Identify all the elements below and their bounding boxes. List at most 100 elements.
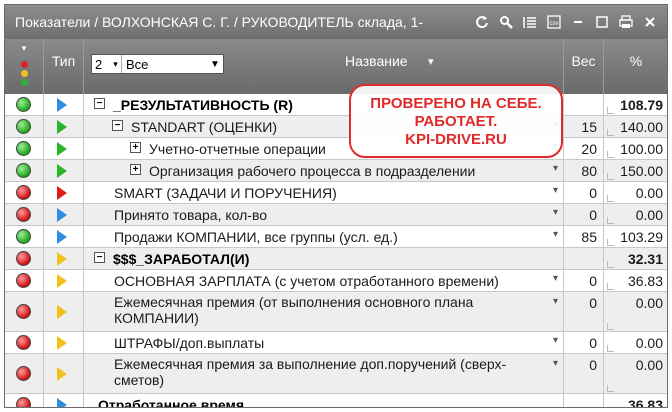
expand-icon[interactable]: + bbox=[130, 164, 141, 175]
green-status-icon bbox=[16, 229, 31, 244]
kpi-name[interactable]: Ежемесячная премия за выполнение доп.пор… bbox=[114, 356, 544, 388]
percent-value: 140.00 bbox=[620, 119, 663, 135]
table-row[interactable]: − $$$_ЗАРАБОТАЛ(И) 32.31 bbox=[5, 248, 667, 270]
row-menu-icon[interactable]: ▾ bbox=[553, 335, 558, 346]
chevron-down-icon[interactable]: ▼ bbox=[207, 59, 223, 70]
table-row[interactable]: Ежемесячная премия (от выполнения основн… bbox=[5, 292, 667, 332]
type-cell bbox=[44, 182, 84, 203]
percent-value: 32.31 bbox=[627, 251, 663, 267]
row-menu-icon[interactable]: ▾ bbox=[553, 229, 558, 240]
weight-cell: 0 bbox=[564, 182, 604, 203]
row-menu-icon[interactable]: ▾ bbox=[553, 296, 558, 307]
collapse-icon[interactable]: − bbox=[94, 252, 105, 263]
export-icon[interactable]: csv bbox=[543, 11, 565, 33]
name-cell[interactable]: ШТРАФЫ/доп.выплаты ▾ bbox=[84, 332, 564, 353]
type-cell bbox=[44, 116, 84, 137]
type-column-header[interactable]: Тип bbox=[44, 39, 84, 94]
level-value[interactable]: 2 bbox=[92, 57, 110, 72]
row-menu-icon[interactable]: ▾ bbox=[553, 358, 558, 369]
weight-value: 20 bbox=[581, 141, 597, 157]
name-cell[interactable]: ОСНОВНАЯ ЗАРПЛАТА (с учетом отработанног… bbox=[84, 270, 564, 291]
status-column-header[interactable]: ▾ bbox=[5, 39, 44, 94]
yellow-flag-icon bbox=[57, 274, 67, 288]
table-row[interactable]: Продажи КОМПАНИИ, все группы (усл. ед.) ▾… bbox=[5, 226, 667, 248]
table-row[interactable]: ШТРАФЫ/доп.выплаты ▾ 0 0.00 bbox=[5, 332, 667, 354]
close-icon[interactable] bbox=[639, 11, 661, 33]
table-row[interactable]: +Учетно-отчетные операции▾20100.00 bbox=[5, 138, 667, 160]
kpi-name[interactable]: Ежемесячная премия (от выполнения основн… bbox=[114, 294, 544, 326]
filter-value[interactable]: Все bbox=[122, 57, 207, 72]
kpi-name[interactable]: $$$_ЗАРАБОТАЛ(И) bbox=[113, 251, 249, 267]
stamp-line-1: ПРОВЕРЕНО НА СЕБЕ. bbox=[370, 95, 542, 112]
status-cell bbox=[5, 248, 44, 269]
collapse-icon[interactable]: − bbox=[94, 98, 105, 109]
kpi-name[interactable]: Принято товара, кол-во bbox=[114, 207, 267, 223]
kpi-name[interactable]: Отработанное время bbox=[98, 397, 244, 407]
percent-cell: 108.79 bbox=[604, 94, 667, 115]
table-row[interactable]: − _РЕЗУЛЬТАТИВНОСТЬ (R) 108.79 bbox=[5, 94, 667, 116]
status-cell bbox=[5, 394, 44, 407]
refresh-icon[interactable] bbox=[471, 11, 493, 33]
sort-dropdown-icon[interactable]: ▾ bbox=[22, 43, 27, 54]
table-row[interactable]: SMART (ЗАДАЧИ И ПОРУЧЕНИЯ) ▾ 0 0.00 bbox=[5, 182, 667, 204]
row-menu-icon[interactable]: ▾ bbox=[553, 273, 558, 284]
weight-cell: 80 bbox=[564, 160, 604, 181]
name-cell[interactable]: + Организация рабочего процесса в подразд… bbox=[84, 160, 564, 181]
name-cell[interactable]: SMART (ЗАДАЧИ И ПОРУЧЕНИЯ) ▾ bbox=[84, 182, 564, 203]
percent-value: 0.00 bbox=[635, 185, 663, 201]
percent-cell: 0.00 bbox=[604, 354, 667, 393]
level-spinner-icon[interactable]: ▾ bbox=[110, 55, 122, 73]
table-row[interactable]: Отработанное время 36.83 bbox=[5, 394, 667, 407]
weight-cell: 0 bbox=[564, 204, 604, 225]
kpi-name[interactable]: _РЕЗУЛЬТАТИВНОСТЬ (R) bbox=[113, 97, 293, 113]
expand-icon[interactable]: + bbox=[130, 142, 141, 153]
name-cell[interactable]: Принято товара, кол-во ▾ bbox=[84, 204, 564, 225]
table-row[interactable]: ОСНОВНАЯ ЗАРПЛАТА (с учетом отработанног… bbox=[5, 270, 667, 292]
percent-cell: 140.00 bbox=[604, 116, 667, 137]
name-cell[interactable]: Ежемесячная премия за выполнение доп.пор… bbox=[84, 354, 564, 393]
kpi-name[interactable]: Организация рабочего процесса в подразде… bbox=[149, 163, 475, 179]
percent-cell: 0.00 bbox=[604, 204, 667, 225]
maximize-icon[interactable] bbox=[591, 11, 613, 33]
percent-cell: 36.83 bbox=[604, 270, 667, 291]
weight-cell bbox=[564, 248, 604, 269]
stamp-line-3: KPI-DRIVE.RU bbox=[405, 131, 507, 148]
kpi-name[interactable]: SMART (ЗАДАЧИ И ПОРУЧЕНИЯ) bbox=[114, 185, 337, 201]
kpi-name[interactable]: ШТРАФЫ/доп.выплаты bbox=[114, 335, 264, 351]
blue-flag-icon bbox=[57, 398, 67, 407]
name-cell[interactable]: − $$$_ЗАРАБОТАЛ(И) bbox=[84, 248, 564, 269]
collapse-icon[interactable]: − bbox=[112, 120, 123, 131]
percent-column-header[interactable]: % bbox=[604, 39, 667, 94]
table-row[interactable]: Ежемесячная премия за выполнение доп.пор… bbox=[5, 354, 667, 394]
minimize-icon[interactable] bbox=[567, 11, 589, 33]
print-icon[interactable] bbox=[615, 11, 637, 33]
table-row[interactable]: −STANDART (ОЦЕНКИ)▾15140.00 bbox=[5, 116, 667, 138]
percent-value: 0.00 bbox=[635, 335, 663, 351]
table-row[interactable]: + Организация рабочего процесса в подразд… bbox=[5, 160, 667, 182]
level-filter-select[interactable]: 2 ▾ Все ▼ bbox=[91, 54, 224, 74]
name-cell[interactable]: Продажи КОМПАНИИ, все группы (усл. ед.) ▾ bbox=[84, 226, 564, 247]
kpi-name[interactable]: ОСНОВНАЯ ЗАРПЛАТА (с учетом отработанног… bbox=[114, 273, 499, 289]
name-cell[interactable]: Отработанное время bbox=[84, 394, 564, 407]
percent-value: 0.00 bbox=[635, 357, 663, 373]
kpi-name[interactable]: Учетно-отчетные операции bbox=[149, 141, 326, 157]
table-row[interactable]: Принято товара, кол-во ▾ 0 0.00 bbox=[5, 204, 667, 226]
status-cell bbox=[5, 204, 44, 225]
row-menu-icon[interactable]: ▾ bbox=[553, 185, 558, 196]
row-menu-icon[interactable]: ▾ bbox=[553, 163, 558, 174]
kpi-name[interactable]: Продажи КОМПАНИИ, все группы (усл. ед.) bbox=[114, 229, 398, 245]
percent-value: 0.00 bbox=[635, 295, 663, 311]
name-sort-icon[interactable]: ▾ bbox=[428, 55, 434, 68]
red-status-icon bbox=[16, 185, 31, 200]
row-menu-icon[interactable]: ▾ bbox=[553, 207, 558, 218]
search-icon[interactable] bbox=[495, 11, 517, 33]
blue-flag-icon bbox=[57, 230, 67, 244]
svg-text:csv: csv bbox=[550, 21, 559, 27]
name-header-label[interactable]: Название bbox=[345, 53, 408, 69]
name-cell[interactable]: Ежемесячная премия (от выполнения основн… bbox=[84, 292, 564, 331]
list-icon[interactable] bbox=[519, 11, 541, 33]
percent-cell: 32.31 bbox=[604, 248, 667, 269]
kpi-name[interactable]: STANDART (ОЦЕНКИ) bbox=[131, 119, 277, 135]
weight-column-header[interactable]: Вес bbox=[564, 39, 604, 94]
percent-cell: 103.29 bbox=[604, 226, 667, 247]
